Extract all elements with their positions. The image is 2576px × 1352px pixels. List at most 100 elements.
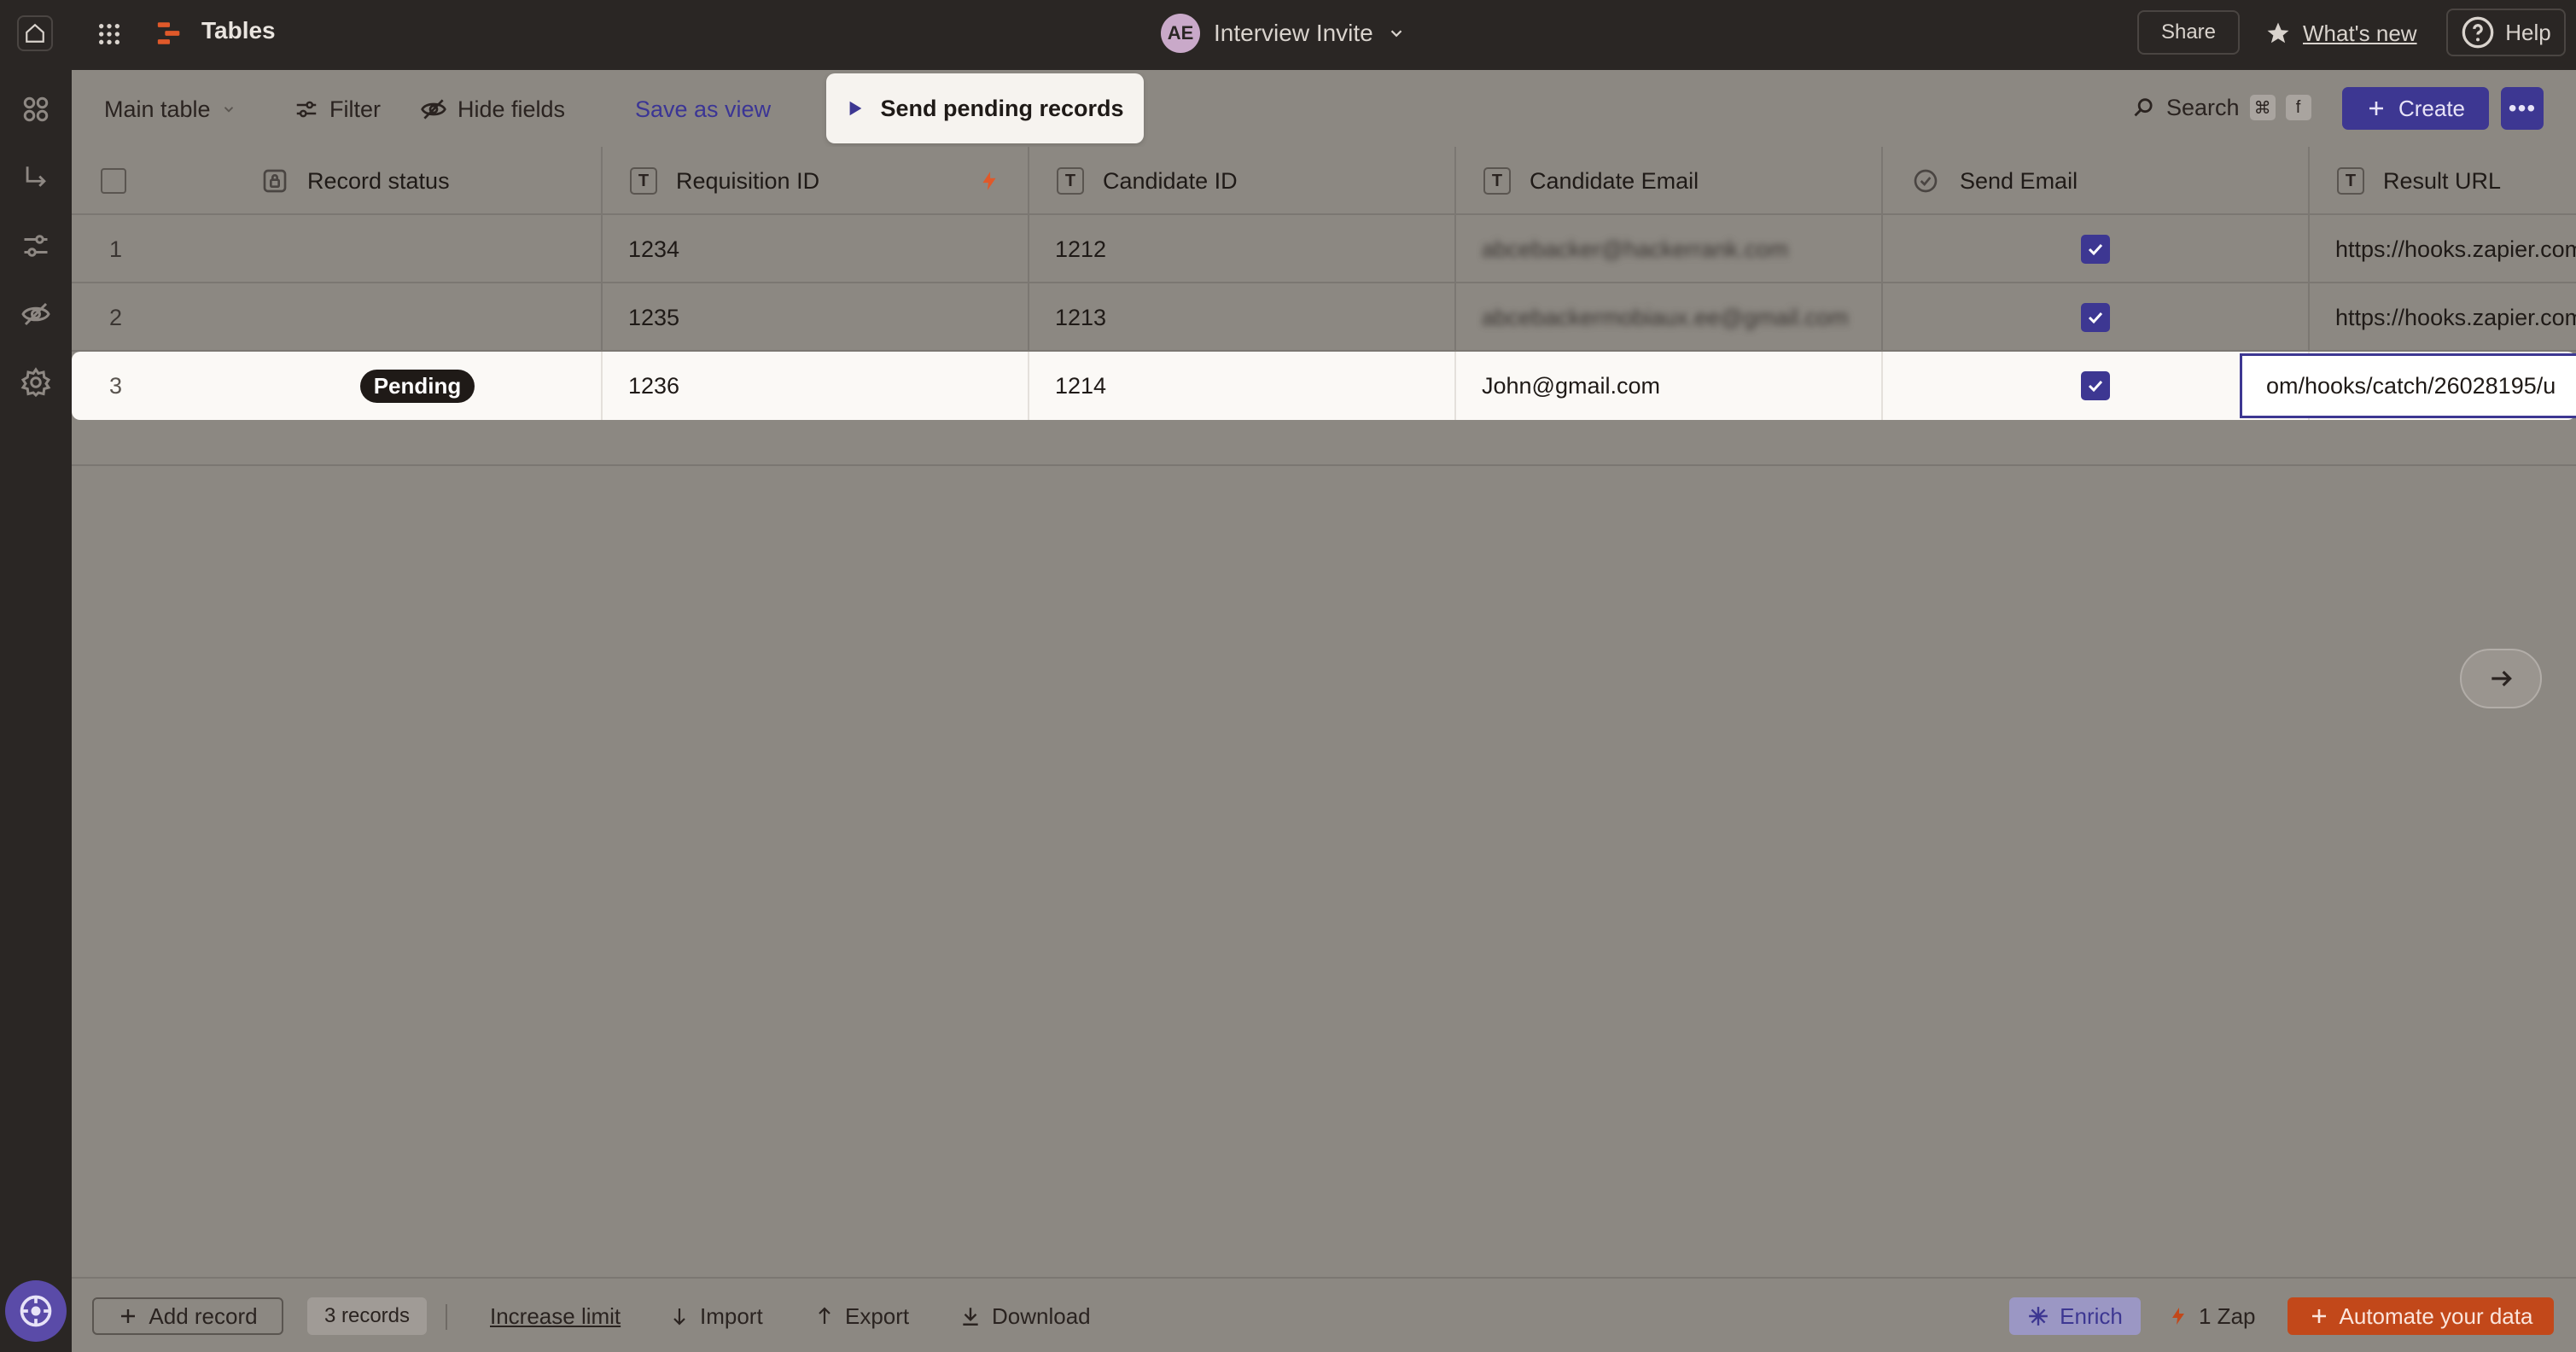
more-options-button[interactable]: ••• xyxy=(2501,87,2544,130)
result-url-cell[interactable]: https://hooks.zapier.com/hoo xyxy=(2310,215,2576,283)
download-button[interactable]: Download xyxy=(959,1297,1091,1335)
rail-settings-sliders-item[interactable] xyxy=(17,227,55,265)
hide-fields-button[interactable]: Hide fields xyxy=(420,92,565,126)
table-row-selected[interactable]: 3 Pending 1236 1214 John@gmail.com om/ho… xyxy=(72,352,2576,420)
column-header-record-status[interactable]: Record status xyxy=(234,147,603,215)
document-switcher[interactable]: AE Interview Invite xyxy=(1161,14,1406,53)
check-icon xyxy=(2088,243,2103,256)
rail-flow-item[interactable] xyxy=(17,159,55,196)
search-icon xyxy=(2134,98,2153,117)
requisition-id-cell[interactable]: 1234 xyxy=(603,215,1029,283)
gear-icon xyxy=(20,367,51,398)
plus-icon xyxy=(2369,102,2383,115)
zap-count-button[interactable]: 1 Zap xyxy=(2168,1297,2256,1335)
document-title: Interview Invite xyxy=(1214,20,1373,46)
add-record-button[interactable]: Add record xyxy=(92,1297,283,1335)
search-button[interactable]: Search ⌘ f xyxy=(2132,90,2311,125)
send-pending-records-button[interactable]: Send pending records xyxy=(826,73,1144,143)
send-email-cell[interactable] xyxy=(1883,283,2310,352)
export-button[interactable]: Export xyxy=(814,1297,909,1335)
record-status-cell[interactable] xyxy=(234,215,603,283)
column-header-result-url[interactable]: T Result URL xyxy=(2310,147,2576,215)
check-icon xyxy=(2088,312,2103,324)
empty-new-row[interactable] xyxy=(72,420,2576,466)
row-number: 3 xyxy=(109,372,123,399)
share-button[interactable]: Share xyxy=(2137,10,2240,55)
send-email-checkbox[interactable] xyxy=(2081,303,2110,332)
plus-icon xyxy=(2311,1309,2326,1323)
column-header-requisition-id[interactable]: T Requisition ID xyxy=(603,147,1029,215)
candidate-email-cell[interactable]: John@gmail.com xyxy=(1456,352,1883,420)
lock-icon xyxy=(263,169,287,193)
rail-apps-item[interactable] xyxy=(17,90,55,128)
result-url-editor[interactable]: om/hooks/catch/26028195/u xyxy=(2240,353,2576,418)
select-all-checkbox[interactable] xyxy=(101,168,126,194)
view-label: Main table xyxy=(104,96,211,122)
column-label: Send Email xyxy=(1960,167,2078,194)
create-button[interactable]: Create xyxy=(2342,87,2489,130)
candidate-id-cell[interactable]: 1213 xyxy=(1029,283,1456,352)
candidate-id-cell[interactable]: 1212 xyxy=(1029,215,1456,283)
requisition-id-cell[interactable]: 1235 xyxy=(603,283,1029,352)
filter-sliders-icon xyxy=(296,101,317,118)
send-email-checkbox[interactable] xyxy=(2081,235,2110,264)
home-icon xyxy=(26,23,44,43)
whats-new-label: What's new xyxy=(2303,20,2417,46)
left-rail xyxy=(0,70,72,1352)
increase-limit-link[interactable]: Increase limit xyxy=(490,1297,621,1335)
kbd-cmd: ⌘ xyxy=(2249,95,2276,120)
rail-settings-item[interactable] xyxy=(17,364,55,401)
select-all-cell xyxy=(72,147,234,215)
divider xyxy=(446,1304,447,1330)
help-circle-icon xyxy=(2462,16,2494,49)
table-row[interactable]: 1 1234 1212 abcebacker@hackerrank.com ht… xyxy=(72,215,2576,283)
candidate-id-cell[interactable]: 1214 xyxy=(1029,352,1456,420)
column-label: Candidate ID xyxy=(1103,167,1238,194)
text-type-icon: T xyxy=(1057,167,1084,195)
column-header-send-email[interactable]: Send Email xyxy=(1883,147,2310,215)
result-url-cell[interactable]: https://hooks.zapier.com/hoo xyxy=(2310,283,2576,352)
view-selector[interactable]: Main table xyxy=(104,92,236,126)
save-as-view-button[interactable]: Save as view xyxy=(635,92,771,126)
chevron-down-icon xyxy=(224,107,233,113)
avatar[interactable]: AE xyxy=(1161,14,1200,53)
filter-button[interactable]: Filter xyxy=(294,92,381,126)
automate-your-data-button[interactable]: Automate your data xyxy=(2288,1297,2554,1335)
hide-fields-label: Hide fields xyxy=(458,96,566,122)
lightning-icon xyxy=(982,172,996,190)
requisition-id-cell[interactable]: 1236 xyxy=(603,352,1029,420)
home-button[interactable] xyxy=(17,15,53,51)
chevron-down-icon xyxy=(1390,30,1402,38)
text-type-icon: T xyxy=(630,167,657,195)
table-row[interactable]: 2 1235 1213 abcebackermobiaux.ee@gmail.c… xyxy=(72,283,2576,352)
column-label: Candidate Email xyxy=(1530,167,1699,194)
candidate-email-cell[interactable]: abcebacker@hackerrank.com xyxy=(1456,215,1883,283)
checkbox-type-icon xyxy=(1914,169,1938,193)
download-label: Download xyxy=(992,1302,1091,1329)
enrich-button[interactable]: Enrich xyxy=(2009,1297,2141,1335)
lightning-icon xyxy=(2172,1308,2184,1325)
send-email-checkbox[interactable] xyxy=(2081,371,2110,400)
rail-visibility-item[interactable] xyxy=(17,295,55,333)
column-header-candidate-email[interactable]: T Candidate Email xyxy=(1456,147,1883,215)
candidate-email-cell[interactable]: abcebackermobiaux.ee@gmail.com xyxy=(1456,283,1883,352)
email-value: abcebacker@hackerrank.com xyxy=(1482,236,1789,262)
whats-new-link[interactable]: What's new xyxy=(2265,15,2417,51)
status-badge: Pending xyxy=(359,369,475,403)
scroll-right-button[interactable] xyxy=(2460,649,2542,708)
send-email-cell[interactable] xyxy=(1883,215,2310,283)
column-header-candidate-id[interactable]: T Candidate ID xyxy=(1029,147,1456,215)
export-label: Export xyxy=(845,1302,910,1329)
help-button[interactable]: Help xyxy=(2446,9,2566,56)
add-record-label: Add record xyxy=(149,1302,258,1329)
import-button[interactable]: Import xyxy=(669,1297,763,1335)
text-type-icon: T xyxy=(2337,167,2364,195)
assistant-button[interactable] xyxy=(5,1280,67,1342)
record-status-cell[interactable]: Pending xyxy=(234,352,603,420)
enrich-label: Enrich xyxy=(2060,1302,2123,1329)
filter-label: Filter xyxy=(329,96,381,122)
record-status-cell[interactable] xyxy=(234,283,603,352)
top-bar: Tables AE Interview Invite Share What's … xyxy=(0,0,2576,70)
apps-grid-icon[interactable] xyxy=(96,20,123,48)
kbd-f: f xyxy=(2285,95,2311,120)
